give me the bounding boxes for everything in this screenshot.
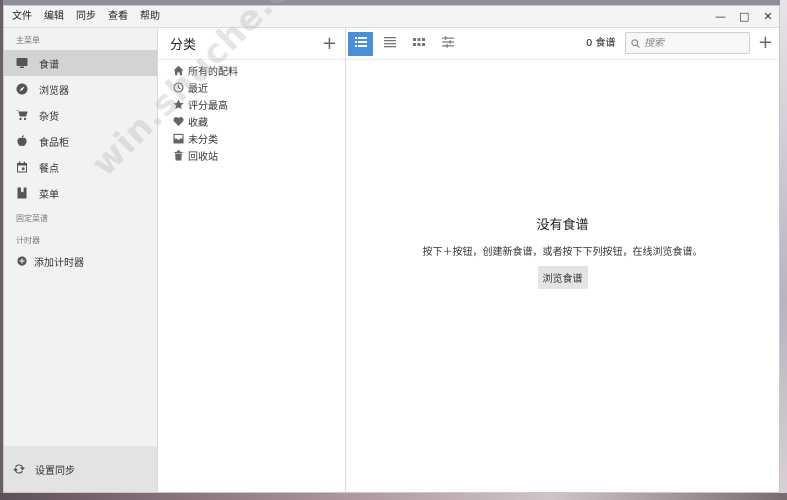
empty-state: 没有食谱 按下＋按钮，创建新食谱，或者按下下列按钮，在线浏览食谱。 浏览食谱 <box>346 214 779 289</box>
menu-file[interactable]: 文件 <box>6 6 38 28</box>
search-input[interactable] <box>644 37 744 49</box>
sidebar-item-label: 餐点 <box>39 163 59 175</box>
search-icon <box>631 38 640 48</box>
apple-icon <box>16 135 28 147</box>
heart-icon <box>173 116 184 127</box>
setup-sync-button[interactable]: 设置同步 <box>4 446 157 492</box>
pinned-recipes-label: 固定菜谱 <box>16 214 48 223</box>
list-view-icon <box>354 36 367 51</box>
recipe-count: 0 食谱 <box>586 38 616 49</box>
category-label: 回收站 <box>188 152 218 163</box>
search-box[interactable] <box>625 32 750 54</box>
recipes-toolbar: 0 食谱 + <box>346 28 779 60</box>
filter-settings-button[interactable] <box>435 32 460 56</box>
category-uncategorized[interactable]: 未分类 <box>158 130 345 147</box>
sidebar-item-recipes[interactable]: 食谱 <box>4 50 157 76</box>
monitor-icon <box>16 57 28 69</box>
menu-sync[interactable]: 同步 <box>70 6 102 28</box>
maximize-button[interactable]: □ <box>739 6 749 28</box>
category-list: 所有的配料 最近 评分最高 收藏 未分类 回收站 <box>158 60 345 164</box>
sidebar-item-label: 浏览器 <box>39 85 69 97</box>
sidebar-item-pantry[interactable]: 食品柜 <box>4 128 157 154</box>
view-compact-list-button[interactable] <box>377 32 402 56</box>
app-body: 主菜单 食谱 浏览器 杂货 食品柜 餐点 菜单 固定菜谱 计时器 添加计时器 设… <box>4 28 779 492</box>
compact-list-icon <box>383 36 396 51</box>
minimize-button[interactable]: — <box>715 6 726 28</box>
star-icon <box>173 99 184 110</box>
home-icon <box>173 65 184 76</box>
add-timer-button[interactable]: 添加计时器 <box>4 250 157 272</box>
category-label: 收藏 <box>188 118 208 129</box>
view-list-button[interactable] <box>348 31 373 56</box>
main-menu-label: 主菜单 <box>16 36 40 45</box>
add-recipe-button[interactable]: + <box>758 34 773 52</box>
category-all-ingredients[interactable]: 所有的配料 <box>158 62 345 79</box>
app-window: 文件 编辑 同步 查看 帮助 — □ ✕ 主菜单 食谱 浏览器 杂货 食品柜 餐… <box>3 0 780 493</box>
sidebar-item-browser[interactable]: 浏览器 <box>4 76 157 102</box>
inbox-icon <box>173 133 184 144</box>
sidebar-item-menus[interactable]: 菜单 <box>4 180 157 206</box>
category-trash[interactable]: 回收站 <box>158 147 345 164</box>
category-label: 最近 <box>188 84 208 95</box>
category-label: 所有的配料 <box>188 67 238 78</box>
sidebar-item-label: 杂货 <box>39 111 59 123</box>
sidebar: 主菜单 食谱 浏览器 杂货 食品柜 餐点 菜单 固定菜谱 计时器 添加计时器 设… <box>4 28 158 492</box>
add-category-button[interactable]: + <box>322 34 337 53</box>
empty-state-title: 没有食谱 <box>536 218 589 233</box>
menu-help[interactable]: 帮助 <box>134 6 166 28</box>
category-favorites[interactable]: 收藏 <box>158 113 345 130</box>
sidebar-item-groceries[interactable]: 杂货 <box>4 102 157 128</box>
empty-state-description: 按下＋按钮，创建新食谱，或者按下下列按钮，在线浏览食谱。 <box>422 247 703 258</box>
sidebar-item-label: 食谱 <box>39 59 59 71</box>
sidebar-item-meals[interactable]: 餐点 <box>4 154 157 180</box>
desktop-background-right <box>780 0 787 500</box>
menu-bar: 文件 编辑 同步 查看 帮助 — □ ✕ <box>4 6 779 28</box>
calendar-icon <box>16 161 28 173</box>
category-recent[interactable]: 最近 <box>158 79 345 96</box>
window-controls: — □ ✕ <box>715 6 773 28</box>
timers-label: 计时器 <box>16 236 40 245</box>
sidebar-item-label: 菜单 <box>39 189 59 201</box>
category-label: 未分类 <box>188 135 218 146</box>
menu-view[interactable]: 查看 <box>102 6 134 28</box>
add-circle-icon <box>16 255 28 267</box>
clock-icon <box>173 82 184 93</box>
recipes-main: 0 食谱 + 没有食谱 按下＋按钮，创建新食谱，或者按下下列按钮，在线浏览食谱。… <box>346 28 779 492</box>
grid-view-icon <box>412 36 425 51</box>
sliders-icon <box>441 36 454 51</box>
book-icon <box>16 187 28 199</box>
menu-edit[interactable]: 编辑 <box>38 6 70 28</box>
categories-panel: 分类 + 所有的配料 最近 评分最高 收藏 未分类 回收站 <box>158 28 346 492</box>
close-button[interactable]: ✕ <box>763 6 773 28</box>
setup-sync-label: 设置同步 <box>35 465 75 477</box>
sidebar-item-label: 食品柜 <box>39 137 69 149</box>
desktop-background-bottom <box>0 493 787 500</box>
add-timer-label: 添加计时器 <box>34 257 84 269</box>
category-top-rated[interactable]: 评分最高 <box>158 96 345 113</box>
compass-icon <box>16 83 28 95</box>
view-grid-button[interactable] <box>406 32 431 56</box>
categories-title: 分类 <box>170 38 197 53</box>
trash-icon <box>173 150 184 161</box>
sync-icon <box>13 463 25 475</box>
cart-icon <box>16 109 28 121</box>
categories-header: 分类 + <box>158 28 345 60</box>
browse-recipes-button[interactable]: 浏览食谱 <box>537 266 588 289</box>
category-label: 评分最高 <box>188 101 228 112</box>
